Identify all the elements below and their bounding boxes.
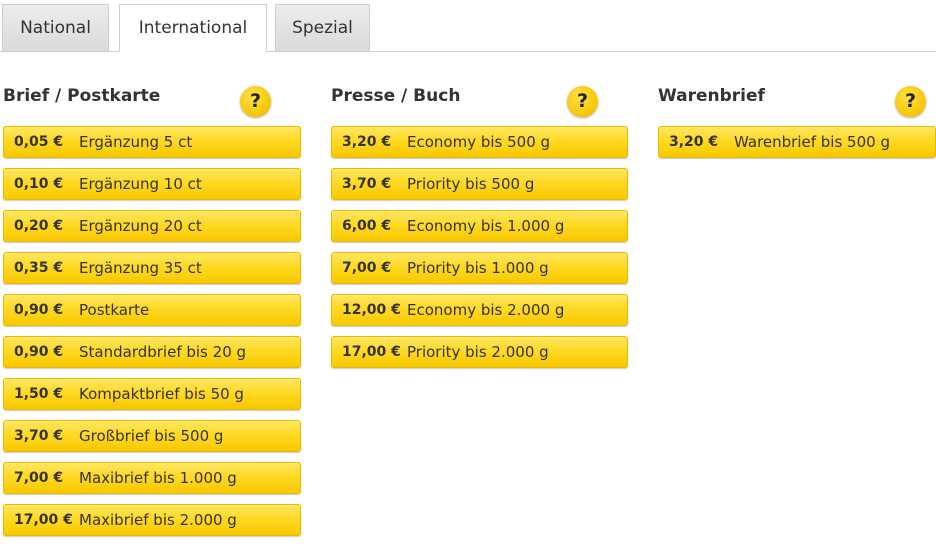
stamp-price: 1,50 € [14,386,64,402]
stamp-price: 17,00 € [342,344,401,360]
stamp-price: 17,00 € [14,512,73,528]
column-header: Warenbrief ? [658,78,936,126]
stamp-button[interactable]: 0,35 € Ergänzung 35 ct [3,252,301,284]
stamp-button[interactable]: 7,00 € Priority bis 1.000 g [331,252,628,284]
stamp-label: Economy bis 2.000 g [407,301,565,319]
stamp-label: Maxibrief bis 1.000 g [79,469,237,487]
stamp-button[interactable]: 0,20 € Ergänzung 20 ct [3,210,301,242]
stamp-price: 7,00 € [14,470,64,486]
stamp-label: Ergänzung 10 ct [79,175,202,193]
stamp-label: Kompaktbrief bis 50 g [79,385,244,403]
stamp-button[interactable]: 17,00 € Priority bis 2.000 g [331,336,628,368]
stamp-label: Priority bis 1.000 g [407,259,549,277]
stamp-button[interactable]: 17,00 € Maxibrief bis 2.000 g [3,504,301,536]
stamp-label: Postkarte [79,301,150,319]
stamp-button-list: 0,05 € Ergänzung 5 ct 0,10 € Ergänzung 10 … [3,126,301,536]
stamp-button[interactable]: 6,00 € Economy bis 1.000 g [331,210,628,242]
stamp-label: Warenbrief bis 500 g [734,133,890,151]
help-icon[interactable]: ? [895,86,926,117]
column-title: Brief / Postkarte [3,86,161,106]
stamp-price: 6,00 € [342,218,392,234]
stamp-price: 12,00 € [342,302,401,318]
stamp-button[interactable]: 3,70 € Priority bis 500 g [331,168,628,200]
stamp-button[interactable]: 3,20 € Economy bis 500 g [331,126,628,158]
stamp-price: 0,10 € [14,176,64,192]
stamp-price: 3,20 € [342,134,392,150]
stamp-button[interactable]: 3,70 € Großbrief bis 500 g [3,420,301,452]
stamp-label: Großbrief bis 500 g [79,427,224,445]
column-presse-buch: Presse / Buch ? 3,20 € Economy bis 500 g … [331,78,628,378]
help-icon[interactable]: ? [240,86,271,117]
tab-national[interactable]: National [2,4,109,51]
stamp-button[interactable]: 0,10 € Ergänzung 10 ct [3,168,301,200]
stamp-label: Economy bis 500 g [407,133,551,151]
stamp-label: Ergänzung 5 ct [79,133,193,151]
stamp-price: 0,90 € [14,344,64,360]
tab-international[interactable]: International [119,4,267,52]
stamp-label: Maxibrief bis 2.000 g [79,511,237,529]
stamp-price: 3,70 € [14,428,64,444]
stamp-button-list: 3,20 € Economy bis 500 g 3,70 € Priority b… [331,126,628,368]
stamp-price: 0,90 € [14,302,64,318]
stamp-label: Economy bis 1.000 g [407,217,565,235]
stamp-price: 3,70 € [342,176,392,192]
stamp-label: Priority bis 2.000 g [407,343,549,361]
column-title: Presse / Buch [331,86,461,106]
stamp-button[interactable]: 0,05 € Ergänzung 5 ct [3,126,301,158]
stamp-price: 0,35 € [14,260,64,276]
stamp-button[interactable]: 3,20 € Warenbrief bis 500 g [658,126,936,158]
stamp-button[interactable]: 12,00 € Economy bis 2.000 g [331,294,628,326]
stamp-label: Standardbrief bis 20 g [79,343,247,361]
column-header: Presse / Buch ? [331,78,628,126]
column-brief-postkarte: Brief / Postkarte ? 0,05 € Ergänzung 5 ct… [3,78,301,546]
stamp-label: Ergänzung 20 ct [79,217,202,235]
stamp-button[interactable]: 1,50 € Kompaktbrief bis 50 g [3,378,301,410]
column-header: Brief / Postkarte ? [3,78,301,126]
tab-bar: National International Spezial [0,0,936,52]
stamp-button[interactable]: 7,00 € Maxibrief bis 1.000 g [3,462,301,494]
tab-spezial[interactable]: Spezial [275,4,370,51]
column-title: Warenbrief [658,86,765,106]
stamp-button[interactable]: 0,90 € Standardbrief bis 20 g [3,336,301,368]
stamp-label: Priority bis 500 g [407,175,535,193]
help-icon[interactable]: ? [567,86,598,117]
stamp-price: 7,00 € [342,260,392,276]
stamp-price: 3,20 € [669,134,719,150]
stamp-price: 0,05 € [14,134,64,150]
stamp-button-list: 3,20 € Warenbrief bis 500 g [658,126,936,158]
stamp-button[interactable]: 0,90 € Postkarte [3,294,301,326]
stamp-price: 0,20 € [14,218,64,234]
stamp-label: Ergänzung 35 ct [79,259,202,277]
column-warenbrief: Warenbrief ? 3,20 € Warenbrief bis 500 g [658,78,936,168]
